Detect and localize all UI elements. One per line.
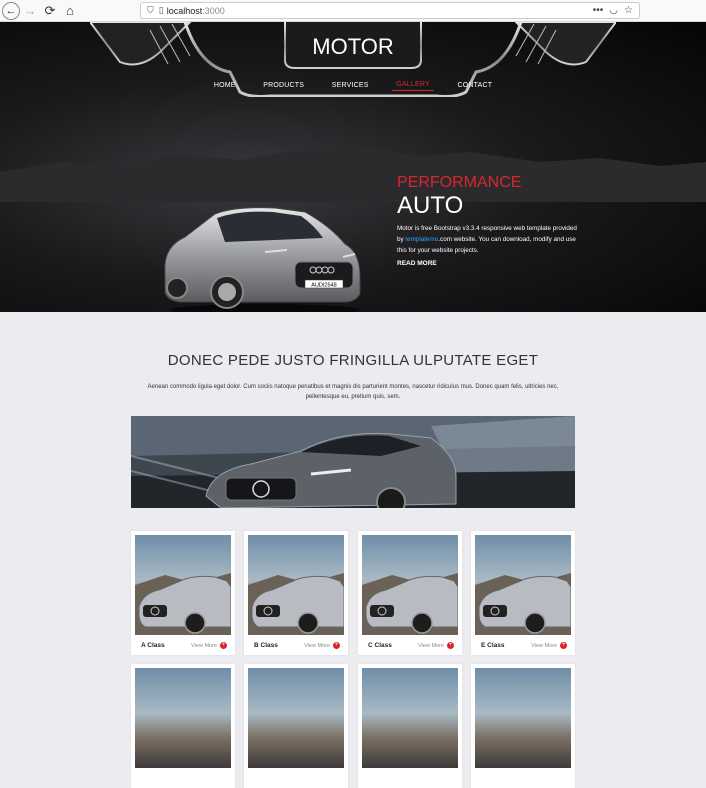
gallery-card[interactable]	[471, 664, 575, 788]
gallery-card-image[interactable]	[475, 535, 571, 635]
hero-car-image: AUDI2548	[164, 207, 361, 312]
view-more-label: View More	[304, 642, 330, 649]
gallery-card-image[interactable]	[248, 535, 344, 635]
gallery-card[interactable]: A Class View More +	[131, 531, 235, 655]
hero-title: AUTO	[397, 192, 464, 219]
gallery-card[interactable]	[131, 664, 235, 788]
featured-car-banner	[131, 416, 575, 508]
card-name: C Class	[368, 642, 392, 649]
gallery-card-image[interactable]	[135, 668, 231, 768]
hero-section: MOTOR HOME PRODUCTS SERVICES GALLERY CON…	[0, 22, 706, 312]
view-more-label: View More	[191, 642, 217, 649]
site-logo[interactable]: MOTOR	[0, 34, 706, 60]
forward-icon[interactable]: →	[20, 1, 40, 21]
mountains-silhouette	[0, 146, 706, 202]
address-bar[interactable]: ⛉ ▯ localhost:3000 ••• ◡ ☆	[140, 2, 640, 19]
bookmark-star-icon[interactable]: ☆	[624, 5, 633, 16]
section-title: DONEC PEDE JUSTO FRINGILLA ULPUTATE EGET	[167, 352, 539, 369]
browser-toolbar: ← → ⟳ ⌂ ⛉ ▯ localhost:3000 ••• ◡ ☆	[0, 0, 706, 22]
view-more-link[interactable]: View More +	[191, 642, 227, 649]
view-more-label: View More	[418, 642, 444, 649]
templatemo-link[interactable]: templatemo	[405, 236, 438, 243]
plus-circle-icon[interactable]: +	[447, 642, 454, 649]
url-host: localhost	[166, 5, 203, 16]
page-actions-menu-icon[interactable]: •••	[593, 5, 604, 16]
card-name: A Class	[141, 642, 165, 649]
nav-gallery[interactable]: GALLERY	[392, 79, 434, 91]
gallery-card[interactable]: B Class View More +	[244, 531, 348, 655]
back-icon[interactable]: ←	[2, 1, 20, 20]
nav-home[interactable]: HOME	[210, 80, 240, 91]
gallery-card-image[interactable]	[362, 668, 458, 768]
view-more-link[interactable]: View More +	[304, 642, 340, 649]
plus-circle-icon[interactable]: +	[333, 642, 340, 649]
card-name: B Class	[254, 642, 278, 649]
nav-products[interactable]: PRODUCTS	[259, 80, 308, 91]
card-name: E Class	[481, 642, 505, 649]
shield-icon[interactable]: ⛉	[147, 5, 154, 16]
view-more-link[interactable]: View More +	[418, 642, 454, 649]
gallery-card[interactable]	[358, 664, 462, 788]
plus-circle-icon[interactable]: +	[220, 642, 227, 649]
read-more-link[interactable]: READ MORE	[397, 260, 437, 267]
main-nav: HOME PRODUCTS SERVICES GALLERY CONTACT	[200, 74, 506, 96]
section-text: Aenean commodo ligula eget dolor. Cum so…	[147, 384, 559, 400]
gallery-card-image[interactable]	[362, 535, 458, 635]
nav-contact[interactable]: CONTACT	[453, 80, 496, 91]
hero-kicker: PERFORMANCE	[397, 174, 522, 191]
page-icon: ▯	[158, 5, 164, 15]
reload-icon[interactable]: ⟳	[40, 1, 60, 21]
view-more-link[interactable]: View More +	[531, 642, 567, 649]
license-plate-text: AUDI2548	[311, 283, 336, 289]
home-icon[interactable]: ⌂	[60, 1, 80, 21]
banner-car-image	[131, 416, 575, 508]
gallery-card[interactable]: E Class View More +	[471, 531, 575, 655]
gallery-card-image[interactable]	[248, 668, 344, 768]
gallery-card[interactable]	[244, 664, 348, 788]
gallery-card-image[interactable]	[475, 668, 571, 768]
plus-circle-icon[interactable]: +	[560, 642, 567, 649]
view-more-label: View More	[531, 642, 557, 649]
pocket-icon[interactable]: ◡	[609, 5, 618, 16]
hero-description: Motor is free Bootstrap v3.3.4 responsiv…	[397, 223, 577, 256]
gallery-card-image[interactable]	[135, 535, 231, 635]
gallery-card[interactable]: C Class View More +	[358, 531, 462, 655]
url-port: :3000	[202, 5, 225, 16]
nav-services[interactable]: SERVICES	[328, 80, 373, 91]
